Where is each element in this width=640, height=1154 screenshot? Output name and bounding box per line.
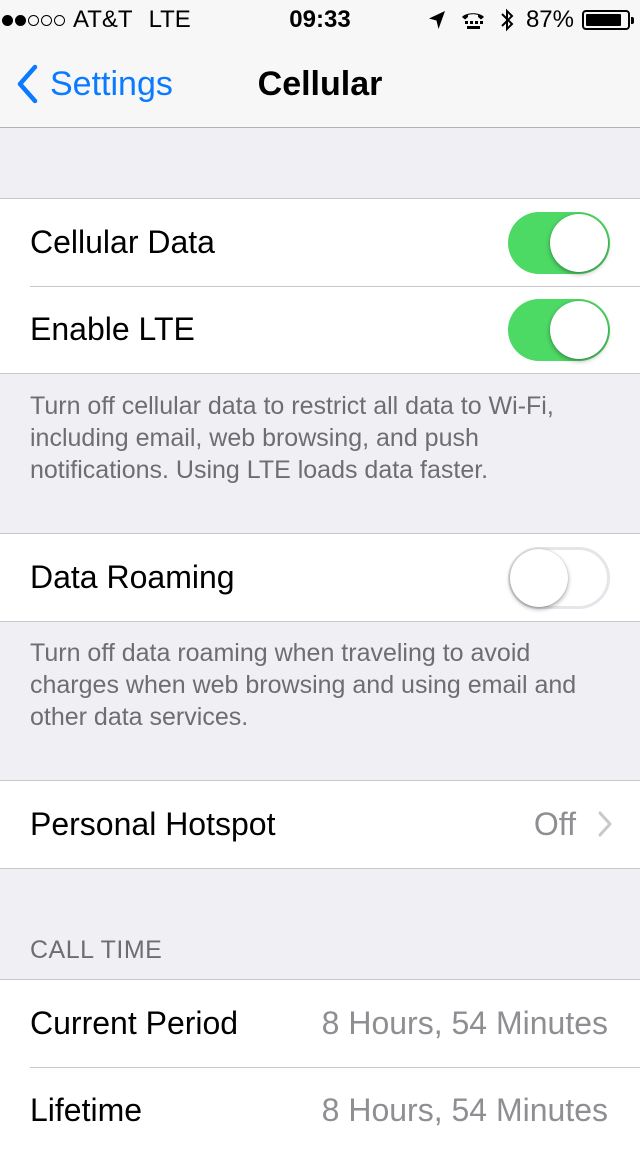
battery-percent: 87% <box>525 6 574 33</box>
call-time-header: CALL TIME <box>30 936 163 964</box>
data-roaming-row: Data Roaming <box>0 534 640 621</box>
roaming-footnote: Turn off data roaming when traveling to … <box>30 639 577 731</box>
lifetime-label: Lifetime <box>30 1092 143 1128</box>
current-period-label: Current Period <box>30 1005 239 1041</box>
switch-knob <box>550 300 608 359</box>
cellular-data-row: Cellular Data <box>0 199 640 286</box>
battery-tip <box>631 17 634 24</box>
data-roaming-switch[interactable] <box>508 546 610 609</box>
battery-level <box>586 14 621 26</box>
chevron-right-icon <box>598 811 612 837</box>
battery-icon <box>582 10 634 30</box>
bluetooth-icon <box>501 8 514 32</box>
cellular-footnote: Turn off cellular data to restrict all d… <box>30 392 554 484</box>
enable-lte-label: Enable LTE <box>30 311 195 347</box>
cellular-data-label: Cellular Data <box>30 224 215 260</box>
data-roaming-label: Data Roaming <box>30 559 235 595</box>
cellular-group: Cellular Data Enable LTE <box>0 198 640 374</box>
navigation-bar: Settings Cellular <box>0 40 640 128</box>
status-bar: AT&T LTE 09:33 87% <box>0 0 640 40</box>
cellular-data-switch[interactable] <box>508 211 610 274</box>
personal-hotspot-value: Off <box>533 806 576 842</box>
enable-lte-row: Enable LTE <box>0 286 640 373</box>
lifetime-row: Lifetime 8 Hours, 54 Minutes <box>0 1067 640 1154</box>
call-time-group: Current Period 8 Hours, 54 Minutes Lifet… <box>0 979 640 1154</box>
personal-hotspot-row[interactable]: Personal Hotspot Off <box>0 781 640 868</box>
status-right: 87% <box>414 0 634 40</box>
enable-lte-switch[interactable] <box>508 298 610 361</box>
current-period-row: Current Period 8 Hours, 54 Minutes <box>0 980 640 1067</box>
personal-hotspot-label: Personal Hotspot <box>30 806 276 842</box>
roaming-group: Data Roaming <box>0 533 640 622</box>
lifetime-value: 8 Hours, 54 Minutes <box>321 1092 608 1128</box>
switch-knob <box>510 548 568 607</box>
tty-icon <box>461 13 484 29</box>
hotspot-group: Personal Hotspot Off <box>0 780 640 869</box>
current-period-value: 8 Hours, 54 Minutes <box>321 1005 608 1041</box>
page-title: Cellular <box>257 65 383 103</box>
switch-knob <box>550 213 608 272</box>
location-arrow-icon <box>428 11 445 29</box>
